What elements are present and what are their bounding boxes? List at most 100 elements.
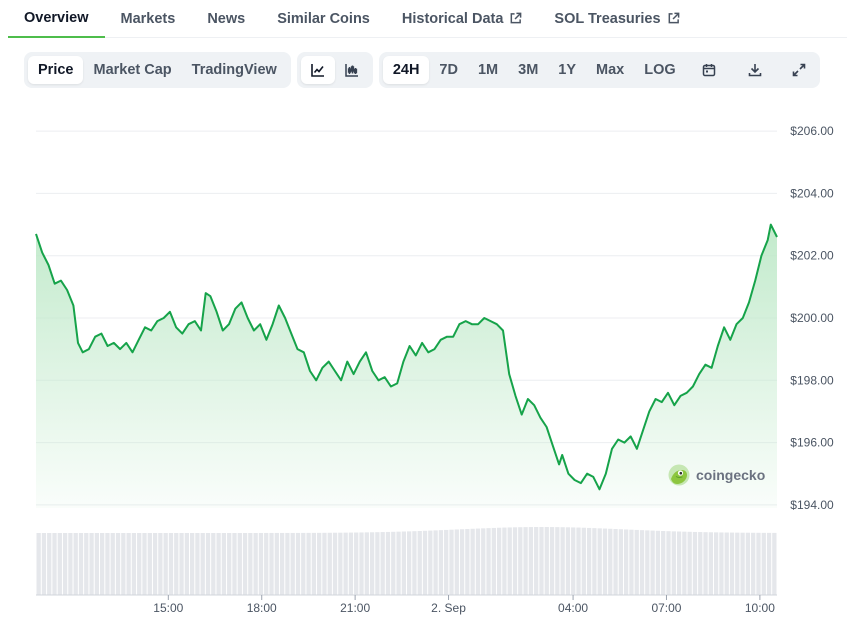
volume-bar	[110, 533, 115, 595]
volume-bar	[618, 529, 624, 595]
volume-bar	[285, 532, 290, 595]
download-button[interactable]	[738, 56, 772, 84]
volume-bar	[301, 532, 306, 595]
x-tick-label: 21:00	[340, 601, 370, 615]
volume-bar	[364, 532, 369, 595]
range-group: 24H 7D 1M 3M 1Y Max LOG	[378, 52, 820, 88]
external-link-icon	[668, 12, 679, 24]
tab-label: SOL Treasuries	[554, 10, 661, 27]
tab-news[interactable]: News	[207, 0, 245, 38]
range-1y-button[interactable]: 1Y	[548, 56, 586, 84]
tab-similar-coins[interactable]: Similar Coins	[277, 0, 370, 38]
volume-bar	[57, 533, 62, 595]
volume-bar	[581, 527, 586, 595]
volume-bar	[290, 532, 295, 595]
market-cap-button[interactable]: Market Cap	[83, 56, 181, 84]
volume-bar	[126, 533, 131, 595]
volume-bar	[359, 532, 364, 595]
line-chart-button[interactable]	[300, 56, 335, 84]
volume-bar	[338, 532, 343, 595]
tab-sol-treasuries[interactable]: SOL Treasuries	[554, 0, 679, 38]
log-scale-button[interactable]: LOG	[634, 56, 685, 84]
volume-bar	[444, 529, 449, 595]
volume-bar	[465, 528, 470, 595]
date-picker-button[interactable]	[692, 56, 726, 84]
volume-bar	[322, 532, 327, 595]
volume-bar	[692, 531, 698, 595]
volume-bar	[73, 533, 78, 595]
tab-historical-data[interactable]: Historical Data	[402, 0, 523, 38]
candlestick-chart-button[interactable]	[335, 56, 369, 84]
volume-bar	[105, 533, 110, 595]
volume-bar	[560, 527, 565, 595]
range-7d-button[interactable]: 7D	[429, 56, 468, 84]
fullscreen-button[interactable]	[782, 56, 816, 84]
calendar-icon	[702, 64, 715, 77]
volume-bar	[348, 532, 354, 595]
volume-bar	[740, 532, 745, 595]
y-tick-label: $204.00	[790, 186, 834, 200]
volume-bar	[729, 532, 735, 595]
volume-bar	[772, 532, 777, 595]
volume-bar	[634, 529, 639, 595]
volume-bar	[375, 532, 380, 595]
tradingview-button[interactable]: TradingView	[182, 56, 287, 84]
price-chart[interactable]: $194.00 $196.00 $198.00 $200.00 $202.00 $204.…	[0, 100, 847, 633]
volume-bar	[295, 532, 301, 595]
volume-bar	[629, 529, 634, 595]
volume-bar	[269, 532, 274, 595]
volume-bar	[417, 530, 422, 595]
volume-bar	[205, 532, 211, 595]
volume-bar	[528, 527, 534, 595]
fullscreen-icon	[792, 63, 805, 77]
volume-bar	[428, 530, 433, 595]
range-1m-button[interactable]: 1M	[468, 56, 508, 84]
watermark-text: coingecko	[696, 467, 766, 483]
volume-bar	[232, 532, 237, 595]
volume-bar	[142, 532, 147, 595]
volume-bar	[115, 533, 121, 595]
volume-bar	[152, 532, 158, 595]
volume-bar	[248, 532, 253, 595]
volume-bar	[369, 532, 375, 595]
volume-bar	[100, 533, 105, 595]
coin-page-tabs: Overview Markets News Similar Coins Hist…	[8, 0, 847, 38]
tab-overview[interactable]: Overview	[8, 0, 105, 38]
volume-bar	[496, 527, 502, 595]
volume-bar	[751, 532, 756, 595]
volume-bar	[571, 527, 576, 595]
volume-bar	[576, 527, 581, 595]
volume-bar	[518, 527, 523, 595]
volume-bar	[549, 527, 555, 595]
volume-bar	[279, 532, 285, 595]
tab-label: Similar Coins	[277, 10, 370, 27]
volume-bar	[211, 532, 216, 595]
y-tick-label: $202.00	[790, 249, 834, 263]
volume-bar	[158, 532, 163, 595]
volume-bar	[385, 531, 391, 595]
tab-label: Markets	[120, 10, 176, 27]
volume-bar	[354, 532, 359, 595]
volume-bar	[195, 532, 200, 595]
range-24h-button[interactable]: 24H	[382, 56, 430, 84]
volume-bar	[719, 532, 724, 595]
volume-bar	[475, 528, 481, 595]
tab-markets[interactable]: Markets	[121, 0, 176, 38]
volume-bar	[174, 532, 179, 595]
volume-bar	[137, 533, 142, 595]
volume-bar	[78, 533, 84, 595]
volume-bar	[756, 532, 761, 595]
volume-bar	[237, 532, 242, 595]
volume-bar	[671, 531, 676, 595]
volume-bar	[761, 532, 766, 595]
range-max-button[interactable]: Max	[586, 56, 634, 84]
price-button[interactable]: Price	[28, 56, 84, 84]
volume-bar	[422, 530, 428, 595]
volume-bar	[449, 529, 454, 595]
range-3m-button[interactable]: 3M	[508, 56, 548, 84]
y-tick-label: $196.00	[790, 436, 834, 450]
volume-bar	[84, 533, 89, 595]
volume-bar	[676, 531, 682, 595]
volume-bar	[602, 528, 608, 595]
coingecko-watermark: coingecko	[668, 464, 765, 486]
